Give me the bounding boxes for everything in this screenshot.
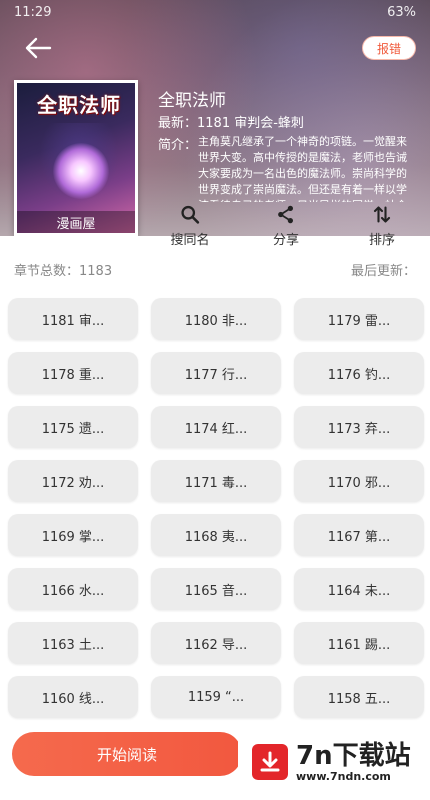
- chapter-button[interactable]: 1179 雷...: [294, 298, 424, 340]
- cover-source-badge: 漫画屋: [17, 211, 135, 233]
- chapter-button[interactable]: 1171 毒...: [151, 460, 281, 502]
- chapter-button[interactable]: 1167 第...: [294, 514, 424, 556]
- share-label: 分享: [272, 233, 299, 248]
- book-title: 全职法师: [158, 91, 226, 111]
- status-bar: 11:29 63%: [0, 0, 430, 24]
- chapter-button[interactable]: 1175 遗...: [8, 406, 138, 448]
- watermark-url: www.7ndn.com: [296, 769, 391, 783]
- chapter-button[interactable]: 1172 劝...: [8, 460, 138, 502]
- sort-icon: [373, 206, 391, 223]
- search-same-name-button[interactable]: 搜同名: [142, 200, 238, 248]
- book-cover[interactable]: 全职法师 漫画屋: [14, 80, 138, 236]
- search-same-name-label: 搜同名: [170, 233, 210, 248]
- chapter-button[interactable]: 1168 夷...: [151, 514, 281, 556]
- cover-magic-orb: [53, 143, 109, 199]
- chapter-button[interactable]: 1161 踢...: [294, 622, 424, 664]
- chapter-info-row: 章节总数：1183 最后更新：: [14, 260, 416, 279]
- chapter-button[interactable]: 1162 导...: [151, 622, 281, 664]
- chapter-button[interactable]: 1165 音...: [151, 568, 281, 610]
- status-time: 11:29: [14, 4, 52, 20]
- watermark-title: 7n下载站: [296, 740, 411, 771]
- chapter-button[interactable]: 1176 钓...: [294, 352, 424, 394]
- start-reading-button[interactable]: 开始阅读: [12, 732, 242, 776]
- chapter-button[interactable]: 1177 行...: [151, 352, 281, 394]
- chapter-button[interactable]: 1178 重...: [8, 352, 138, 394]
- search-icon: [181, 205, 200, 224]
- intro-text: 主角莫凡继承了一个神奇的项链。一觉醒来世界大变。高中传授的是魔法，老师也告诫大家…: [198, 135, 407, 202]
- status-battery: 63%: [387, 4, 416, 20]
- chapter-button[interactable]: 1173 弃...: [294, 406, 424, 448]
- chapter-button[interactable]: 1174 红...: [151, 406, 281, 448]
- chapter-button[interactable]: 1169 掌...: [8, 514, 138, 556]
- site-watermark: 7n下载站 www.7ndn.com: [238, 732, 430, 792]
- chapter-total: 章节总数：1183: [14, 264, 113, 279]
- intro-label: 简介：: [158, 138, 198, 153]
- share-icon: [278, 205, 293, 224]
- chapter-button[interactable]: 1164 未...: [294, 568, 424, 610]
- chapter-button[interactable]: 1170 邪...: [294, 460, 424, 502]
- sort-label: 排序: [368, 233, 395, 248]
- chapter-button[interactable]: 1160 线...: [8, 676, 138, 718]
- chapter-button[interactable]: 1163 土...: [8, 622, 138, 664]
- download-icon: [252, 744, 288, 780]
- chapter-grid: 1181 审... 1180 非... 1179 雷... 1178 重... …: [8, 298, 424, 718]
- chapter-button[interactable]: 1159 “...: [151, 676, 281, 718]
- action-bar: 搜同名 分享 排序: [142, 200, 430, 248]
- back-button[interactable]: [24, 36, 52, 60]
- cover-title: 全职法师: [37, 93, 121, 117]
- chapter-button[interactable]: 1158 五...: [294, 676, 424, 718]
- chapter-button[interactable]: 1180 非...: [151, 298, 281, 340]
- share-button[interactable]: 分享: [238, 200, 334, 248]
- latest-chapter[interactable]: 最新：1181 审判会-蜂刺: [158, 112, 304, 131]
- chapter-button[interactable]: 1166 水...: [8, 568, 138, 610]
- back-arrow-icon: [25, 37, 52, 59]
- last-updated: 最后更新：: [350, 264, 416, 279]
- report-error-button[interactable]: 报错: [362, 36, 416, 60]
- sort-button[interactable]: 排序: [334, 200, 430, 248]
- chapter-button[interactable]: 1181 审...: [8, 298, 138, 340]
